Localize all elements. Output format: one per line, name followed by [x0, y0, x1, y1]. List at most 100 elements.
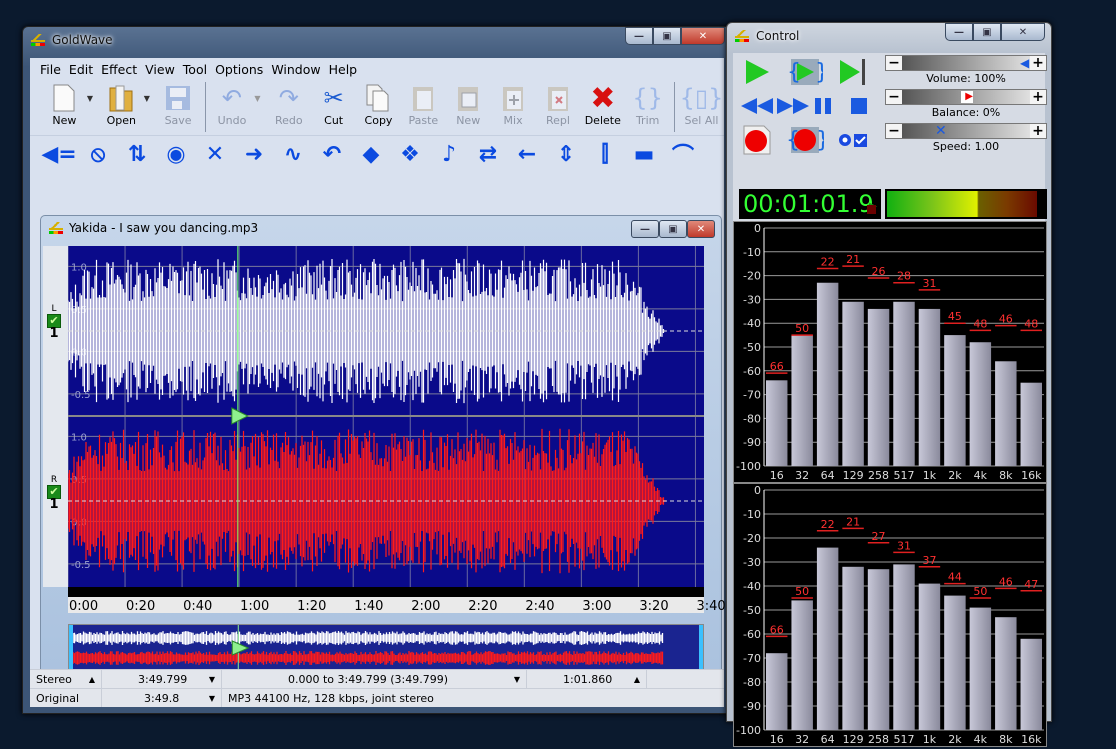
sound-maximize-button[interactable]: ▣: [659, 220, 687, 238]
cut-button[interactable]: ✂ Cut: [311, 80, 356, 127]
new-button[interactable]: New: [42, 80, 87, 127]
spectrum-peak-label: 50: [973, 585, 987, 598]
sound-close-button[interactable]: ✕: [687, 220, 715, 238]
redo-button[interactable]: ↷ Redo: [266, 80, 311, 127]
crossfade-button[interactable]: ✕: [198, 139, 232, 169]
copy-button[interactable]: Copy: [356, 80, 401, 127]
undo-button[interactable]: ↶ Undo: [210, 80, 255, 127]
replace-button[interactable]: Repl: [536, 80, 581, 127]
offset-button[interactable]: ←: [510, 139, 544, 169]
goldwave-main-window: GoldWave — ▣ ✕ File Edit Effect View Too…: [22, 26, 732, 714]
compressor-button[interactable]: ◉: [159, 139, 193, 169]
svg-text:}: }: [816, 128, 824, 153]
paste-new-button[interactable]: New: [446, 80, 491, 127]
menu-help[interactable]: Help: [325, 62, 362, 77]
balance-thumb-icon[interactable]: ▶: [961, 91, 973, 103]
paste-button[interactable]: Paste: [401, 80, 446, 127]
compressor-icon: ◉: [166, 141, 186, 167]
spectrum-peak-label: 48: [1024, 317, 1038, 330]
mix-button[interactable]: Mix: [491, 80, 536, 127]
volume-slider[interactable]: − ◀ +: [885, 55, 1047, 71]
equalizer-button[interactable]: ⫿: [588, 139, 622, 169]
balance-track[interactable]: ▶: [902, 90, 1030, 104]
new-dropdown[interactable]: ▼: [87, 80, 99, 103]
balance-decrease-button[interactable]: −: [886, 89, 902, 105]
save-button[interactable]: Save: [156, 80, 201, 127]
balance-increase-button[interactable]: +: [1030, 89, 1046, 105]
noise-reduction-button[interactable]: ⌒: [666, 139, 700, 169]
control-minimize-button[interactable]: —: [945, 23, 973, 41]
record-options-button[interactable]: [833, 123, 873, 157]
maximize-button[interactable]: ⇅: [120, 139, 154, 169]
filter-button[interactable]: ❖: [393, 139, 427, 169]
resize-button[interactable]: ⇕: [549, 139, 583, 169]
waveform-display[interactable]: 1.0 0.5 0.0 -0.5 1.0 0.5 0.0 -0.5: [68, 246, 704, 587]
speed-increase-button[interactable]: +: [1030, 123, 1046, 139]
speed-thumb-icon[interactable]: ✕: [935, 124, 949, 138]
spectrum-filter-button[interactable]: ▬: [627, 139, 661, 169]
volume-increase-button[interactable]: +: [1030, 55, 1046, 71]
timeline-ruler[interactable]: 0:00 0:20 0:40 1:00 1:20 1:40 2:00 2:20 2:40 3:00…: [68, 587, 726, 614]
reverse-button[interactable]: ↶: [315, 139, 349, 169]
paste-icon: [409, 82, 437, 114]
menu-options[interactable]: Options: [211, 62, 267, 77]
speed-track[interactable]: ✕: [902, 124, 1030, 138]
spectrum-bar: [842, 301, 864, 466]
channel-mode-cell[interactable]: Stereo ▲: [30, 670, 102, 688]
delete-x-icon: ✖: [590, 80, 616, 116]
minimize-button[interactable]: —: [625, 27, 653, 45]
volume-thumb-icon[interactable]: ◀: [1020, 57, 1032, 69]
control-close-button[interactable]: ✕: [1001, 23, 1045, 41]
play-to-end-button[interactable]: [833, 55, 873, 89]
main-title-bar: GoldWave: [31, 33, 113, 47]
original-length-cell[interactable]: 3:49.8 ▼: [102, 689, 222, 707]
pause-button[interactable]: [803, 89, 843, 123]
open-dropdown[interactable]: ▼: [144, 80, 156, 103]
selection-cell[interactable]: 0.000 to 3:49.799 (3:49.799) ▼: [222, 670, 527, 688]
spectrum-x-tick: 517: [894, 733, 915, 746]
timeline-tick-label: 3:00: [582, 599, 612, 614]
close-button[interactable]: ✕: [681, 27, 725, 45]
position-cell[interactable]: 1:01.860 ▲: [527, 670, 647, 688]
play-selection-button[interactable]: {}: [785, 55, 825, 89]
no-sign-icon: ⦸: [90, 141, 106, 167]
no-sign-button[interactable]: ⦸: [81, 139, 115, 169]
speed-slider[interactable]: − ✕ +: [885, 123, 1047, 139]
sound-minimize-button[interactable]: —: [631, 220, 659, 238]
menu-edit[interactable]: Edit: [65, 62, 97, 77]
menu-window[interactable]: Window: [267, 62, 324, 77]
volume-track[interactable]: ◀: [902, 56, 1030, 70]
menu-tool[interactable]: Tool: [179, 62, 211, 77]
doppler-button[interactable]: ◆: [354, 139, 388, 169]
undo-dropdown[interactable]: ▼: [254, 80, 266, 103]
delete-button[interactable]: ✖ Delete: [580, 80, 625, 128]
menu-file[interactable]: File: [36, 62, 65, 77]
record-new-button[interactable]: [737, 123, 777, 157]
echo-button[interactable]: ➜: [237, 139, 271, 169]
overview-display[interactable]: [68, 624, 704, 672]
spectrum-y-tick: -10: [743, 246, 761, 259]
trim-button[interactable]: {} Trim: [625, 80, 670, 127]
trim-icon: {}: [632, 84, 663, 112]
wave-button[interactable]: ∿: [276, 139, 310, 169]
volume-button[interactable]: ◀=: [41, 139, 76, 169]
play-button[interactable]: [737, 55, 777, 89]
spectrum-peak-label: 26: [872, 265, 886, 278]
menu-effect[interactable]: Effect: [97, 62, 141, 77]
control-maximize-button[interactable]: ▣: [973, 23, 1001, 41]
menu-view[interactable]: View: [141, 62, 179, 77]
balance-slider[interactable]: − ▶ +: [885, 89, 1047, 105]
length-cell[interactable]: 3:49.799 ▼: [102, 670, 222, 688]
stop-button[interactable]: [839, 89, 879, 123]
speed-decrease-button[interactable]: −: [886, 123, 902, 139]
stereo-button[interactable]: ⇄: [471, 139, 505, 169]
spectrum-peak-label: 27: [872, 530, 886, 543]
select-all-button[interactable]: {▯} Sel All: [679, 80, 724, 127]
volume-decrease-button[interactable]: −: [886, 55, 902, 71]
maximize-button[interactable]: ▣: [653, 27, 681, 45]
pitch-button[interactable]: ♪: [432, 139, 466, 169]
open-button[interactable]: Open: [99, 80, 144, 127]
control-window: Control — ▣ ✕ {} {} − ◀ + Volume: 100% −…: [726, 22, 1052, 747]
record-selection-button[interactable]: {}: [785, 123, 825, 157]
spectrum-bar: [995, 361, 1017, 466]
